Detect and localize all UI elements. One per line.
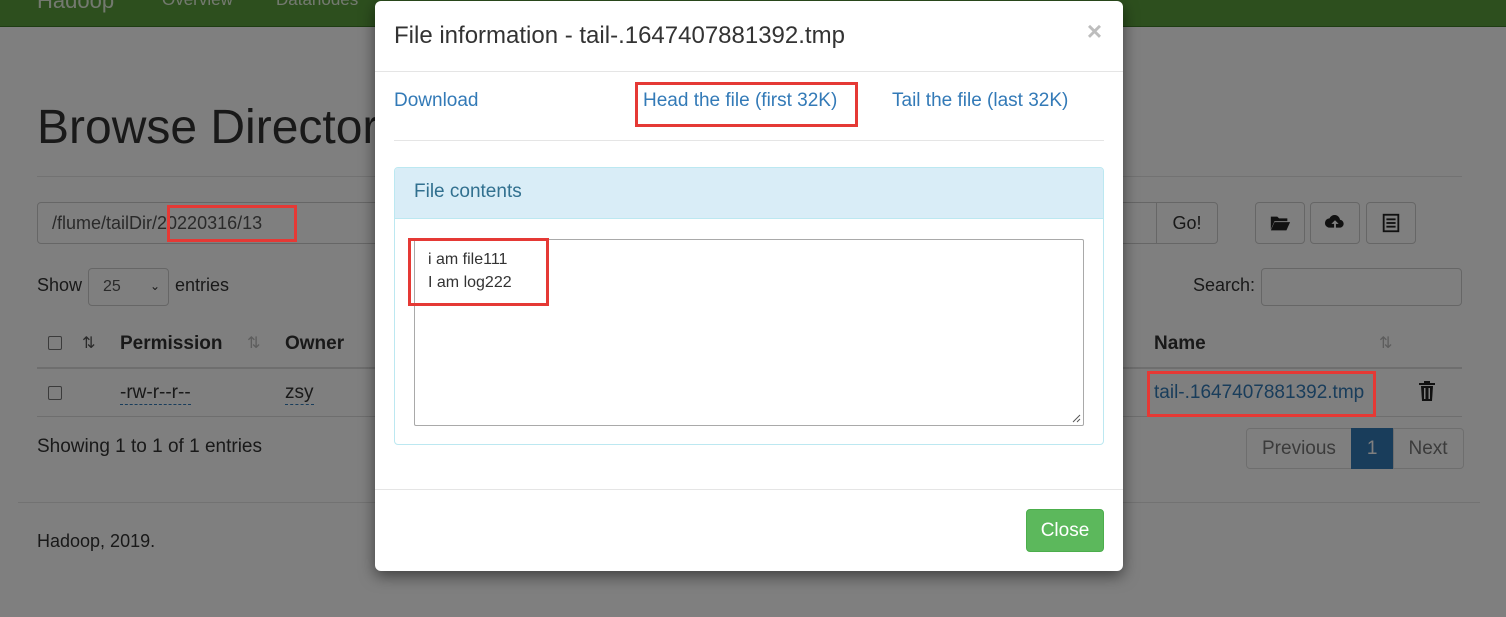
links-divider bbox=[394, 140, 1104, 141]
file-info-modal: File information - tail-.1647407881392.t… bbox=[375, 1, 1123, 571]
download-link[interactable]: Download bbox=[394, 90, 479, 112]
close-icon[interactable]: × bbox=[1087, 18, 1102, 44]
file-contents-textarea[interactable]: i am file111 I am log222 bbox=[414, 239, 1084, 426]
file-contents-panel: File contents i am file111 I am log222 bbox=[394, 167, 1104, 445]
panel-heading: File contents bbox=[395, 168, 1103, 219]
modal-footer-divider bbox=[375, 489, 1123, 490]
modal-header: File information - tail-.1647407881392.t… bbox=[375, 1, 1123, 72]
file-line: I am log222 bbox=[428, 274, 512, 291]
file-line: i am file111 bbox=[428, 251, 508, 268]
close-button[interactable]: Close bbox=[1026, 509, 1104, 552]
resize-grip-icon[interactable] bbox=[1071, 413, 1081, 423]
tail-file-link[interactable]: Tail the file (last 32K) bbox=[892, 90, 1068, 112]
head-file-link[interactable]: Head the file (first 32K) bbox=[643, 90, 837, 112]
modal-title: File information - tail-.1647407881392.t… bbox=[394, 22, 845, 49]
